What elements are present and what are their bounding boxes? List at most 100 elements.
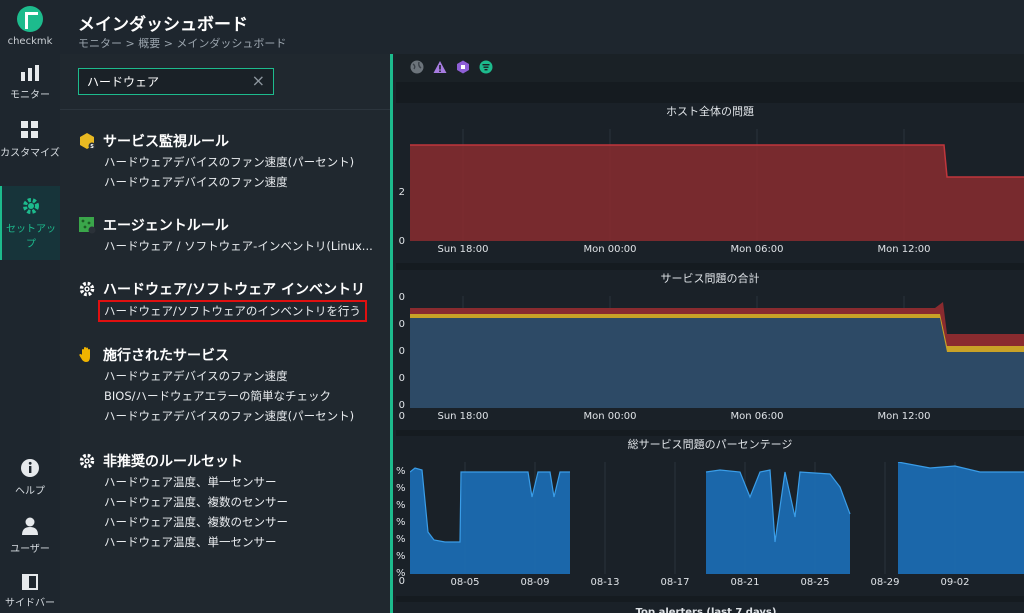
service-rules-icon: S [80,133,96,150]
hand-icon [79,347,90,362]
checkmk-logo-icon [17,6,43,32]
area-series [898,462,1024,574]
group-title: サービス監視ルール [103,134,229,150]
result-link[interactable]: ハードウェア温度、複数のセンサー [104,512,288,532]
x-tick-label: Mon 06:00 [730,244,784,255]
result-link[interactable]: ハードウェアデバイスのファン速度 [104,172,354,192]
x-tick-label: Mon 12:00 [877,244,931,255]
nav-setup-label-line1: セットアッ [6,224,56,235]
panel-title: Top alerters (last 7 days) [635,607,777,613]
x-tick-label: 08-29 [870,577,900,588]
brand-name: checkmk [7,36,53,47]
result-group-service-rules: S サービス監視ルール ハードウェアデバイスのファン速度(パーセント) ハードウ… [78,130,354,192]
checkmk-logo[interactable]: checkmk [0,6,60,47]
main-navigation-rail: checkmk モニター カスタマイズ セットアッ プ ヘルプ ユーザー サイド… [0,0,60,613]
group-title: エージェントルール [103,218,229,234]
setup-search-popup: × S サービス監視ルール ハードウェアデバイスのファン速度(パーセント) ハー… [60,54,393,613]
result-group-enforced-services: 施行されたサービス ハードウェアデバイスのファン速度 BIOS/ハードウェアエラ… [78,344,354,426]
y-tick-label: % [396,466,406,477]
nav-user[interactable]: ユーザー [0,516,60,555]
warning-icon[interactable] [433,60,447,74]
highlighted-result-link[interactable]: ハードウェア/ソフトウェアのインベントリを行う [98,300,367,322]
x-tick-label: 08-25 [800,577,830,588]
result-link[interactable]: ハードウェア温度、単一センサー [104,532,288,552]
svg-text:S: S [90,144,94,150]
host-problems-chart [410,129,1024,241]
x-tick-label: Mon 00:00 [583,411,637,422]
gear-icon [79,281,95,297]
globe-icon[interactable] [410,60,424,74]
result-link[interactable]: ハードウェア温度、複数のセンサー [104,492,288,512]
nav-help-label: ヘルプ [15,486,45,497]
y-tick-label: % [396,551,406,562]
group-title: 施行されたサービス [103,348,229,364]
panel-top-alerters[interactable]: Top alerters (last 7 days) [396,602,1024,613]
y-tick-label: 0 [398,346,405,357]
app-window: checkmk モニター カスタマイズ セットアッ プ ヘルプ ユーザー サイド… [0,0,1024,613]
y-tick-label: 0 [398,236,405,247]
y-tick-label: % [396,517,406,528]
dashboard-area: ホスト全体の問題 Sun 18:00 Mon 00:00 Mon 06:00 Mon … [396,54,1024,613]
result-link[interactable]: ハードウェアデバイスのファン速度(パーセント) [104,406,354,426]
x-tick-label: 08-17 [660,577,690,588]
page-title: メインダッシュボード [78,15,248,35]
nav-help[interactable]: ヘルプ [0,458,60,497]
result-group-hw-sw-inventory: ハードウェア/ソフトウェア インベントリ ハードウェア/ソフトウェアのインベント… [78,278,367,322]
search-box[interactable]: × [78,68,274,95]
panel-service-problems-total[interactable]: サービス問題の合計 Sun 18:00 Mon 00:00 Mon 06:00 Mon… [396,270,1024,430]
y-tick-label: 0 [398,292,405,303]
y-tick-label: 0 [398,576,405,587]
service-problems-chart [410,296,1024,408]
result-link[interactable]: BIOS/ハードウェアエラーの簡単なチェック [104,386,354,406]
panel-service-problem-percentage[interactable]: 総サービス問題のパーセンテージ 08-05 08-09 08-13 08-17 08-2… [396,436,1024,596]
group-heading: エージェントルール [78,214,373,236]
sidebar-icon [22,574,38,590]
result-link[interactable]: ハードウェア / ソフトウェア-インベントリ(Linux... [104,236,373,256]
search-input[interactable] [87,73,237,90]
info-icon [21,459,39,477]
grid-icon [21,121,38,138]
clear-search-icon[interactable]: × [252,72,265,90]
y-tick-label: % [396,483,406,494]
panel-title: サービス問題の合計 [660,272,760,285]
agent-rules-icon [79,217,96,234]
result-group-agent-rules: エージェントルール ハードウェア / ソフトウェア-インベントリ(Linux..… [78,214,373,256]
area-series [410,468,570,574]
hexagon-icon[interactable] [456,60,470,74]
group-heading: 非推奨のルールセット [78,450,288,472]
dashboard-toolbar [396,54,1024,82]
result-link[interactable]: ハードウェアデバイスのファン速度(パーセント) [104,152,354,172]
panel-host-problems[interactable]: ホスト全体の問題 Sun 18:00 Mon 00:00 Mon 06:00 Mon … [396,103,1024,263]
nav-customize[interactable]: カスタマイズ [0,120,60,159]
group-title: ハードウェア/ソフトウェア インベントリ [103,282,365,298]
panel-title: 総サービス問題のパーセンテージ [627,438,793,451]
x-tick-label: 08-09 [520,577,550,588]
x-tick-label: Mon 12:00 [877,411,931,422]
nav-sidebar-label: サイドバー [5,598,55,609]
page-header: メインダッシュボード モニター > 概要 > メインダッシュボード [60,0,1024,54]
bar-chart-icon [21,65,39,81]
result-link[interactable]: ハードウェア温度、単一センサー [104,472,288,492]
y-tick-label: 2 [398,187,405,198]
divider [60,109,390,110]
panel-title: ホスト全体の問題 [666,105,754,118]
nav-customize-label: カスタマイズ [0,148,60,159]
filter-icon[interactable] [479,60,493,74]
y-tick-label: % [396,534,406,545]
y-tick-label: 0 [398,411,405,422]
breadcrumb[interactable]: モニター > 概要 > メインダッシュボード [78,35,286,51]
group-heading: S サービス監視ルール [78,130,354,152]
x-tick-label: Sun 18:00 [437,244,489,255]
x-tick-label: Sun 18:00 [437,411,489,422]
result-link[interactable]: ハードウェアデバイスのファン速度 [104,366,354,386]
group-title: 非推奨のルールセット [103,454,243,470]
nav-user-label: ユーザー [10,544,50,555]
x-tick-label: 09-02 [940,577,970,588]
nav-monitor-label: モニター [10,90,50,101]
nav-setup[interactable]: セットアッ プ [0,186,60,260]
y-tick-label: 0 [398,319,405,330]
x-tick-label: Mon 00:00 [583,244,637,255]
nav-sidebar[interactable]: サイドバー [0,574,60,609]
x-tick-label: 08-21 [730,577,760,588]
nav-monitor[interactable]: モニター [0,64,60,101]
